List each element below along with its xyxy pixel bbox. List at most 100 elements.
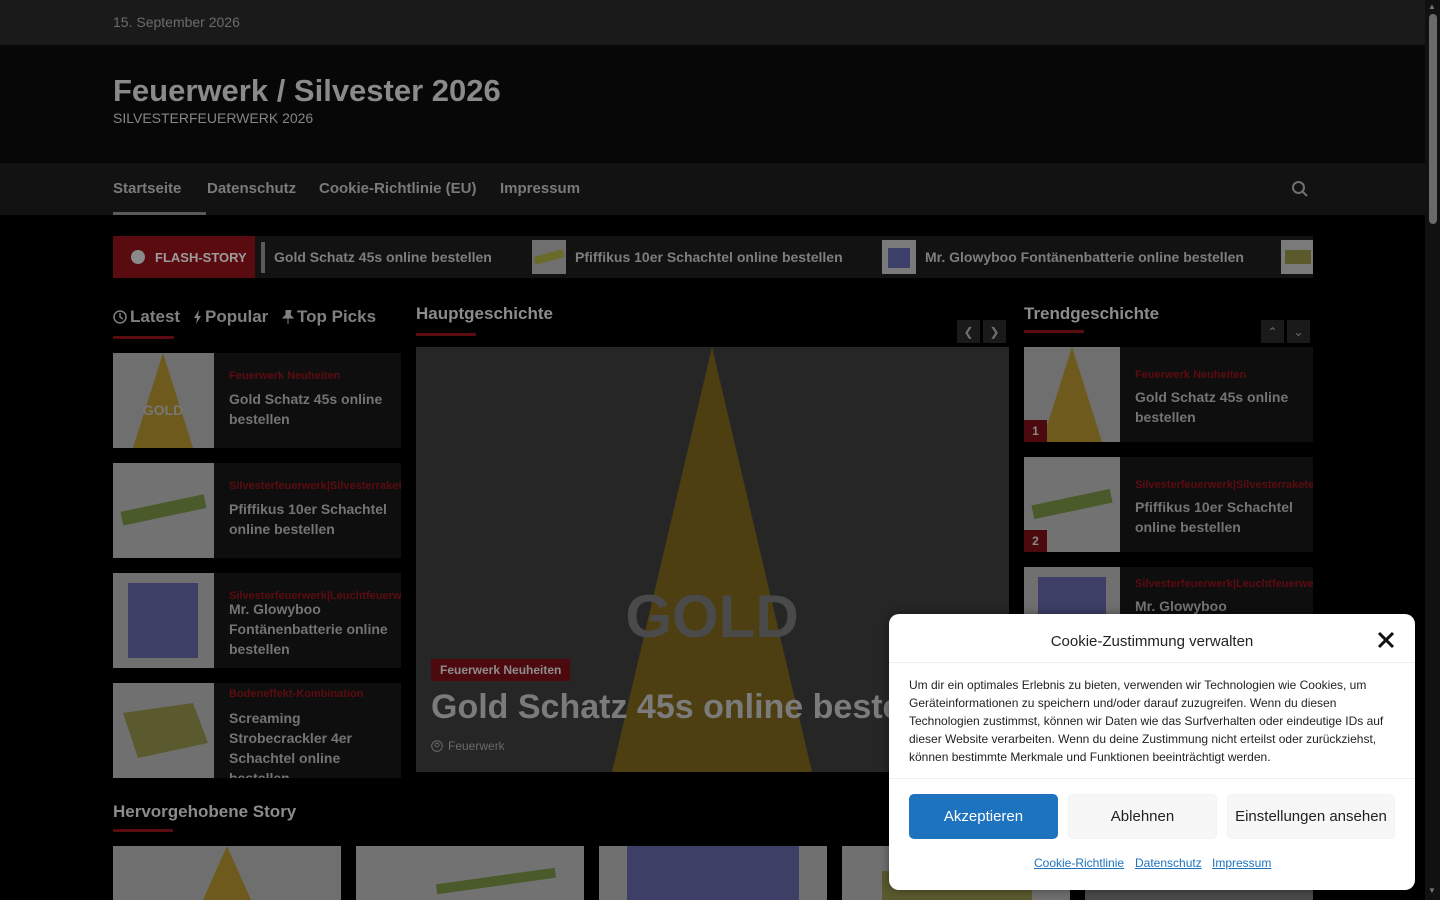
cookie-policy-link[interactable]: Cookie-Richtlinie [1034, 856, 1124, 870]
svg-text:GOLD: GOLD [143, 402, 183, 418]
chevron-right-icon: ❯ [989, 324, 1000, 339]
view-settings-button[interactable]: Einstellungen ansehen [1227, 794, 1395, 839]
section-title-main: Hauptgeschichte [416, 304, 553, 323]
product-thumbnail: GOLD [113, 353, 214, 448]
article-title[interactable]: Pfiffikus 10er Schachtel online bestelle… [229, 499, 389, 539]
nav-item-datenschutz[interactable]: Datenschutz [207, 180, 296, 197]
product-thumbnail [532, 240, 566, 274]
product-thumbnail [113, 683, 214, 778]
nav-active-indicator [113, 212, 206, 215]
tab-top-picks[interactable]: Top Picks [282, 307, 376, 327]
category-label[interactable]: Silvesterfeuerwerk|Silvesterraketen [229, 480, 401, 492]
category-label[interactable]: Silvesterfeuerwerk|Silvesterraketen [1135, 479, 1313, 491]
trend-rank: 1 [1024, 420, 1047, 442]
flash-dot-icon [131, 250, 145, 264]
article-title[interactable]: Pfiffikus 10er Schachtel online bestelle… [1135, 497, 1295, 537]
tab-label: Popular [205, 307, 269, 326]
slider-prev-button[interactable]: ❮ [957, 320, 980, 343]
trend-item[interactable]: 1 Feuerwerk Neuheiten Gold Schatz 45s on… [1024, 347, 1313, 442]
featured-card[interactable] [599, 846, 827, 900]
chevron-left-icon: ❮ [963, 324, 974, 339]
flash-item[interactable]: Mr. Glowyboo Fontänenbatterie online bes… [882, 236, 1244, 278]
list-item[interactable]: Bodeneffekt-Kombination Screaming Strobe… [113, 683, 401, 778]
flash-item[interactable]: Pfiffikus 10er Schachtel online bestelle… [532, 236, 843, 278]
category-label[interactable]: Feuerwerk Neuheiten [229, 370, 340, 382]
list-item[interactable]: Silvesterfeuerwerk|Silvesterraketen Pfif… [113, 463, 401, 558]
site-title[interactable]: Feuerwerk / Silvester 2026 [113, 73, 501, 109]
cookie-dialog-title: Cookie-Zustimmung verwalten [1050, 633, 1254, 650]
tab-active-indicator [113, 336, 174, 339]
product-thumbnail [599, 846, 827, 900]
list-item[interactable]: GOLD Feuerwerk Neuheiten Gold Schatz 45s… [113, 353, 401, 448]
section-title-trend: Trendgeschichte [1024, 304, 1160, 323]
search-icon[interactable] [1291, 180, 1309, 198]
flash-item[interactable] [1281, 236, 1313, 278]
date-text: 15. September 2026 [113, 14, 240, 30]
product-thumbnail [113, 573, 214, 668]
category-label[interactable]: Feuerwerk Neuheiten [1135, 369, 1246, 381]
trend-up-button[interactable]: ⌃ [1261, 320, 1284, 343]
cookie-dialog-text: Um dir ein optimales Erlebnis zu bieten,… [909, 678, 1384, 764]
tab-label: Top Picks [297, 307, 377, 326]
user-icon [431, 740, 443, 752]
nav-item-startseite[interactable]: Startseite [113, 180, 181, 197]
trend-item[interactable]: 2 Silvesterfeuerwerk|Silvesterraketen Pf… [1024, 457, 1313, 552]
flash-item[interactable]: Gold Schatz 45s online bestellen [274, 236, 492, 278]
article-title[interactable]: Screaming Strobecrackler 4er Schachtel o… [229, 708, 389, 778]
privacy-link[interactable]: Datenschutz [1135, 856, 1202, 870]
tab-latest[interactable]: Latest [113, 307, 180, 327]
scrollbar-thumb[interactable] [1429, 14, 1437, 224]
flash-item-title: Gold Schatz 45s online bestellen [274, 249, 492, 265]
scroll-down-arrow-icon[interactable]: ▼ [1428, 886, 1436, 895]
slider-next-button[interactable]: ❯ [983, 320, 1006, 343]
product-thumbnail [1281, 240, 1313, 274]
nav-item-impressum[interactable]: Impressum [500, 180, 580, 197]
main-story-author[interactable]: Feuerwerk [431, 739, 505, 753]
author-name: Feuerwerk [448, 739, 505, 753]
nav-item-cookie-richtlinie[interactable]: Cookie-Richtlinie (EU) [319, 180, 477, 197]
flash-story-label: FLASH-STORY [113, 236, 255, 278]
bolt-icon [194, 310, 201, 324]
chevron-down-icon: ⌄ [1293, 324, 1304, 339]
tab-label: Latest [130, 307, 181, 326]
article-title[interactable]: Mr. Glowyboo Fontänenbatterie online bes… [229, 599, 389, 659]
article-title[interactable]: Gold Schatz 45s online bestellen [1135, 387, 1295, 427]
product-thumbnail [113, 846, 341, 900]
flash-divider [261, 242, 265, 273]
product-thumbnail [882, 240, 916, 274]
main-category-badge[interactable]: Feuerwerk Neuheiten [431, 659, 571, 681]
divider [889, 778, 1415, 779]
product-thumbnail [356, 846, 584, 900]
top-bar: 15. September 2026 [0, 0, 1425, 45]
close-icon[interactable] [1375, 629, 1397, 651]
featured-card[interactable] [356, 846, 584, 900]
category-label[interactable]: Bodeneffekt-Kombination [229, 688, 363, 700]
deny-button[interactable]: Ablehnen [1068, 794, 1217, 839]
thumbtack-icon [282, 310, 294, 324]
article-title[interactable]: Gold Schatz 45s online bestellen [229, 389, 389, 429]
flash-item-title: Pfiffikus 10er Schachtel online bestelle… [575, 249, 843, 265]
featured-card[interactable] [113, 846, 341, 900]
section-title-featured: Hervorgehobene Story [113, 802, 297, 821]
trend-down-button[interactable]: ⌄ [1287, 320, 1310, 343]
section-underline [1024, 330, 1084, 333]
list-item[interactable]: Silvesterfeuerwerk|Leuchtfeuerwerk Mr. G… [113, 573, 401, 668]
scroll-up-arrow-icon[interactable]: ▲ [1428, 2, 1436, 11]
cookie-consent-dialog: Cookie-Zustimmung verwalten Um dir ein o… [889, 614, 1415, 890]
svg-text:GOLD: GOLD [625, 583, 798, 650]
accept-button[interactable]: Akzeptieren [909, 794, 1058, 839]
section-underline [113, 829, 173, 832]
article-title[interactable]: Mr. Glowyboo [1135, 596, 1295, 616]
imprint-link[interactable]: Impressum [1212, 856, 1271, 870]
flash-label-text: FLASH-STORY [155, 249, 247, 265]
main-story-title[interactable]: Gold Schatz 45s online bestellen [431, 688, 960, 727]
section-underline [416, 333, 476, 336]
product-thumbnail [113, 463, 214, 558]
category-label[interactable]: Silvesterfeuerwerk|Leuchtfeuerwerk [1135, 578, 1313, 590]
divider [889, 662, 1415, 663]
flash-item-title: Mr. Glowyboo Fontänenbatterie online bes… [925, 249, 1244, 265]
clock-icon [113, 310, 127, 324]
trend-rank: 2 [1024, 530, 1047, 552]
tab-popular[interactable]: Popular [193, 307, 268, 327]
flash-story-ticker: FLASH-STORY Gold Schatz 45s online beste… [113, 236, 1313, 278]
